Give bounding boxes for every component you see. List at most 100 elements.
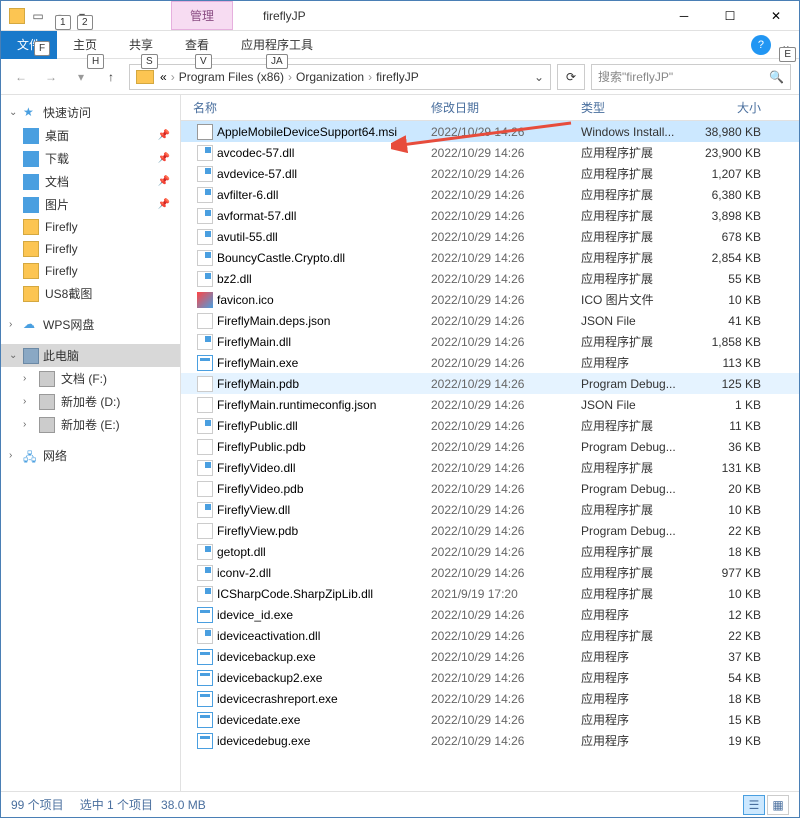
close-button[interactable]: ✕: [753, 1, 799, 31]
chevron-right-icon[interactable]: ›: [171, 70, 175, 84]
file-row[interactable]: FireflyPublic.pdb2022/10/29 14:26Program…: [181, 436, 799, 457]
column-type[interactable]: 类型: [581, 99, 701, 116]
sidebar-drive[interactable]: ›文档 (F:): [1, 367, 180, 390]
search-input[interactable]: 搜索"fireflyJP" 🔍: [591, 64, 791, 90]
file-type: 应用程序: [581, 354, 701, 371]
sidebar-wps[interactable]: › ☁ WPS网盘: [1, 313, 180, 336]
sidebar-item[interactable]: Firefly: [1, 216, 180, 238]
file-row[interactable]: ICSharpCode.SharpZipLib.dll2021/9/19 17:…: [181, 583, 799, 604]
chevron-right-icon[interactable]: ›: [288, 70, 292, 84]
file-row[interactable]: FireflyPublic.dll2022/10/29 14:26应用程序扩展1…: [181, 415, 799, 436]
file-date: 2022/10/29 14:26: [431, 335, 581, 349]
file-row[interactable]: FireflyMain.runtimeconfig.json2022/10/29…: [181, 394, 799, 415]
chevron-right-icon[interactable]: ›: [368, 70, 372, 84]
file-row[interactable]: FireflyMain.deps.json2022/10/29 14:26JSO…: [181, 310, 799, 331]
sidebar-item[interactable]: Firefly: [1, 238, 180, 260]
file-row[interactable]: avdevice-57.dll2022/10/29 14:26应用程序扩展1,2…: [181, 163, 799, 184]
view-icons-button[interactable]: ▦: [767, 795, 789, 815]
maximize-button[interactable]: ☐: [707, 1, 753, 31]
file-row[interactable]: idevicedebug.exe2022/10/29 14:26应用程序19 K…: [181, 730, 799, 751]
file-size: 23,900 KB: [701, 146, 771, 160]
help-icon[interactable]: ?: [751, 35, 771, 55]
file-row[interactable]: favicon.ico2022/10/29 14:26ICO 图片文件10 KB: [181, 289, 799, 310]
file-row[interactable]: bz2.dll2022/10/29 14:26应用程序扩展55 KB: [181, 268, 799, 289]
sidebar-item[interactable]: 图片📌: [1, 193, 180, 216]
file-name: AppleMobileDeviceSupport64.msi: [217, 125, 397, 139]
sidebar-item[interactable]: 文档📌: [1, 170, 180, 193]
file-date: 2022/10/29 14:26: [431, 188, 581, 202]
file-name: ideviceactivation.dll: [217, 629, 320, 643]
breadcrumb-segment[interactable]: fireflyJP: [376, 70, 419, 84]
pin-icon: 📌: [158, 176, 170, 187]
nav-back-button[interactable]: ←: [9, 65, 33, 89]
file-row[interactable]: FireflyView.pdb2022/10/29 14:26Program D…: [181, 520, 799, 541]
file-row[interactable]: avformat-57.dll2022/10/29 14:26应用程序扩展3,8…: [181, 205, 799, 226]
file-rows[interactable]: AppleMobileDeviceSupport64.msi 2022/10/29…: [181, 121, 799, 791]
file-row[interactable]: FireflyMain.pdb2022/10/29 14:26Program D…: [181, 373, 799, 394]
breadcrumb[interactable]: « › Program Files (x86) › Organization › fire…: [129, 64, 551, 90]
file-icon: [197, 229, 213, 245]
breadcrumb-overflow[interactable]: «: [160, 70, 167, 84]
file-name: bz2.dll: [217, 272, 252, 286]
refresh-button[interactable]: ⟳: [557, 64, 585, 90]
file-size: 11 KB: [701, 419, 771, 433]
file-row[interactable]: FireflyVideo.dll2022/10/29 14:26应用程序扩展13…: [181, 457, 799, 478]
sidebar-quick-access[interactable]: ⌄ ★ 快速访问: [1, 101, 180, 124]
file-row[interactable]: avfilter-6.dll2022/10/29 14:26应用程序扩展6,38…: [181, 184, 799, 205]
file-row[interactable]: getopt.dll2022/10/29 14:26应用程序扩展18 KB: [181, 541, 799, 562]
file-row[interactable]: iconv-2.dll2022/10/29 14:26应用程序扩展977 KB: [181, 562, 799, 583]
file-date: 2022/10/29 14:26: [431, 692, 581, 706]
file-size: 1,858 KB: [701, 335, 771, 349]
sidebar-item[interactable]: Firefly: [1, 260, 180, 282]
sidebar-item[interactable]: 桌面📌: [1, 124, 180, 147]
file-date: 2022/10/29 14:26: [431, 251, 581, 265]
file-row[interactable]: FireflyMain.exe2022/10/29 14:26应用程序113 K…: [181, 352, 799, 373]
view-details-button[interactable]: ☰: [743, 795, 765, 815]
sidebar-this-pc[interactable]: ⌄ 此电脑: [1, 344, 180, 367]
file-type: 应用程序扩展: [581, 585, 701, 602]
minimize-button[interactable]: ─: [661, 1, 707, 31]
file-row[interactable]: FireflyMain.dll2022/10/29 14:26应用程序扩展1,8…: [181, 331, 799, 352]
file-row[interactable]: AppleMobileDeviceSupport64.msi2022/10/29…: [181, 121, 799, 142]
breadcrumb-folder-icon: [136, 70, 154, 84]
file-row[interactable]: FireflyVideo.pdb2022/10/29 14:26Program …: [181, 478, 799, 499]
nav-forward-button[interactable]: →: [39, 65, 63, 89]
file-row[interactable]: avcodec-57.dll2022/10/29 14:26应用程序扩展23,9…: [181, 142, 799, 163]
context-tab-group: 管理: [171, 1, 233, 30]
breadcrumb-segment[interactable]: Organization: [296, 70, 364, 84]
sidebar-network[interactable]: › 🖧 网络: [1, 444, 180, 467]
column-name[interactable]: 名称: [181, 99, 431, 116]
sidebar-item-label: 新加卷 (E:): [61, 416, 120, 433]
file-icon: [197, 544, 213, 560]
file-row[interactable]: idevicebackup.exe2022/10/29 14:26应用程序37 …: [181, 646, 799, 667]
key-hint: 2: [77, 15, 93, 30]
file-row[interactable]: FireflyView.dll2022/10/29 14:26应用程序扩展10 …: [181, 499, 799, 520]
sidebar-item[interactable]: 下载📌: [1, 147, 180, 170]
sidebar-drive[interactable]: ›新加卷 (E:): [1, 413, 180, 436]
file-size: 36 KB: [701, 440, 771, 454]
file-list: 名称 修改日期 类型 大小 AppleMobileDeviceSupport64…: [181, 95, 799, 791]
file-row[interactable]: idevicedate.exe2022/10/29 14:26应用程序15 KB: [181, 709, 799, 730]
pin-icon: 📌: [158, 153, 170, 164]
file-size: 22 KB: [701, 524, 771, 538]
breadcrumb-dropdown-icon[interactable]: ⌄: [534, 70, 544, 84]
titlebar: ▭ ▫ ▾ 管理 fireflyJP ─ ☐ ✕: [1, 1, 799, 31]
file-row[interactable]: avutil-55.dll2022/10/29 14:26应用程序扩展678 K…: [181, 226, 799, 247]
sidebar-drive[interactable]: ›新加卷 (D:): [1, 390, 180, 413]
file-name: idevicebackup.exe: [217, 650, 316, 664]
breadcrumb-segment[interactable]: Program Files (x86): [179, 70, 284, 84]
file-row[interactable]: idevicebackup2.exe2022/10/29 14:26应用程序54…: [181, 667, 799, 688]
qat-properties-icon[interactable]: ▭: [29, 7, 47, 25]
ribbon-tab[interactable]: 主页: [57, 31, 113, 59]
file-row[interactable]: ideviceactivation.dll2022/10/29 14:26应用程…: [181, 625, 799, 646]
file-icon: [197, 334, 213, 350]
file-type: 应用程序扩展: [581, 459, 701, 476]
column-date[interactable]: 修改日期: [431, 99, 581, 116]
context-tab-manage[interactable]: 管理: [171, 1, 233, 30]
column-size[interactable]: 大小: [701, 99, 771, 116]
sidebar-item[interactable]: US8截图: [1, 282, 180, 305]
file-row[interactable]: idevicecrashreport.exe2022/10/29 14:26应用…: [181, 688, 799, 709]
file-row[interactable]: BouncyCastle.Crypto.dll2022/10/29 14:26应…: [181, 247, 799, 268]
file-name: FireflyMain.deps.json: [217, 314, 330, 328]
file-row[interactable]: idevice_id.exe2022/10/29 14:26应用程序12 KB: [181, 604, 799, 625]
